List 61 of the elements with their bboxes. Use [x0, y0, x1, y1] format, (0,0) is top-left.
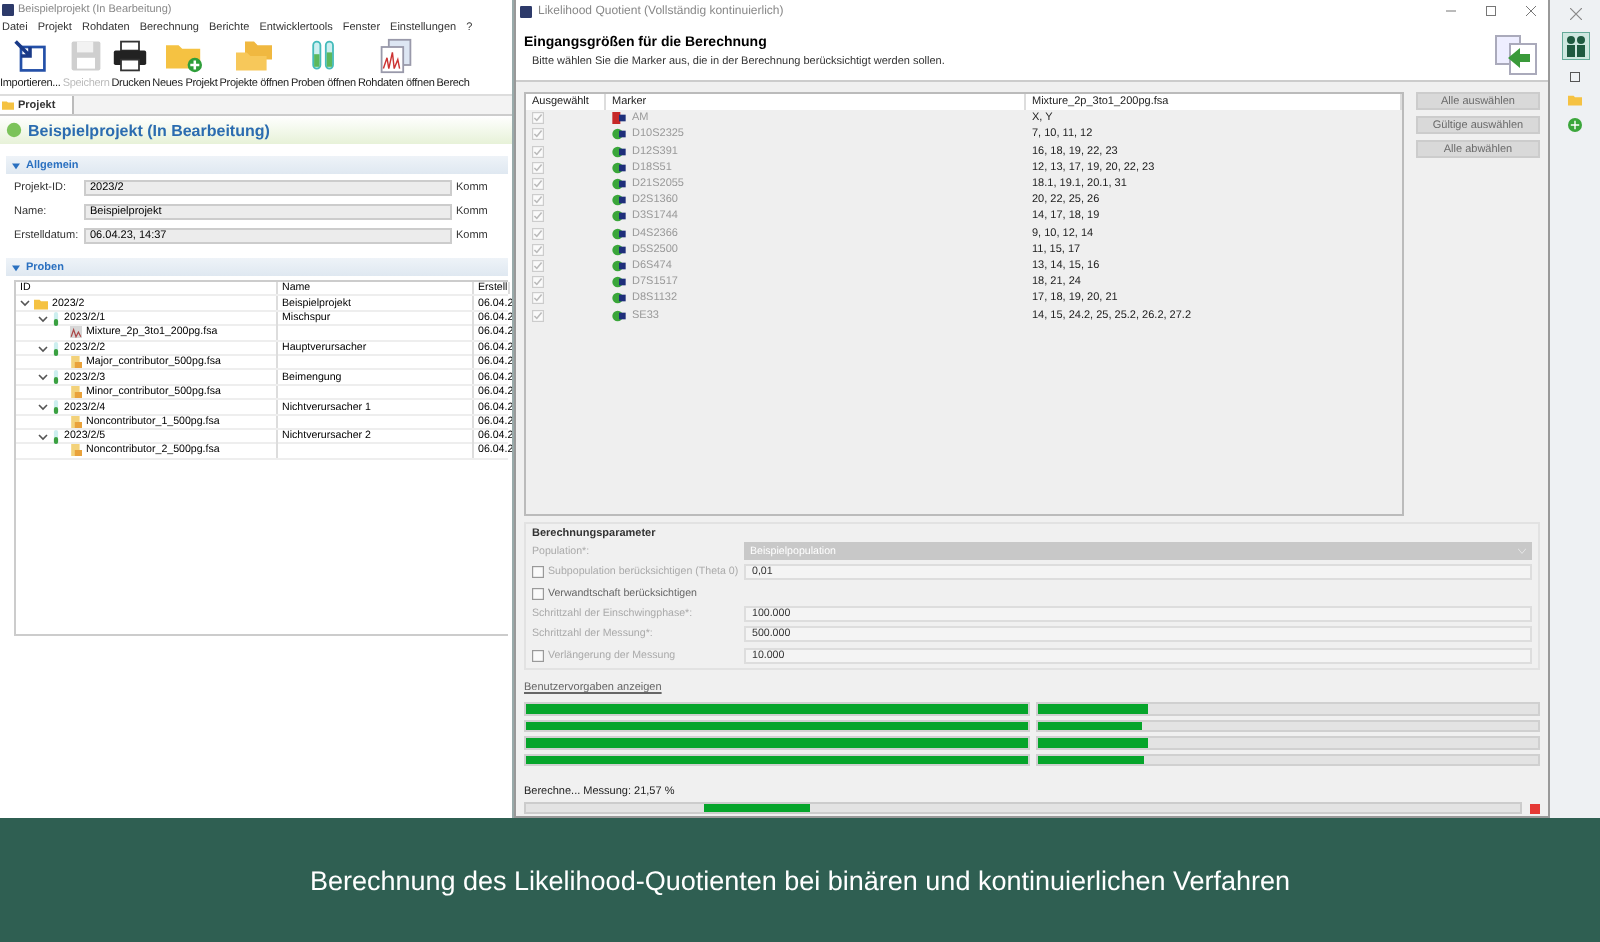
- checkbox[interactable]: [532, 178, 544, 191]
- marker-icon: [612, 194, 626, 207]
- test-tube-icon: [52, 429, 60, 444]
- folder-icon: [2, 100, 14, 110]
- checkbox[interactable]: [532, 145, 544, 158]
- caption-text: Berechnung des Likelihood-Quotienten bei binären und kontinuierlichen Verfahren: [0, 818, 1600, 942]
- file-icon: [70, 326, 82, 339]
- maximize-icon[interactable]: [1570, 72, 1580, 82]
- marker-icon: [612, 227, 626, 240]
- checkbox[interactable]: [532, 309, 544, 322]
- checkbox[interactable]: [532, 243, 544, 256]
- checkbox[interactable]: [532, 227, 544, 240]
- folder-icon: [34, 297, 48, 310]
- marker-icon: [612, 210, 626, 223]
- app-icon: [2, 3, 14, 15]
- checkbox[interactable]: [532, 649, 544, 662]
- folder-icon[interactable]: [1568, 94, 1582, 106]
- checkbox[interactable]: [532, 128, 544, 141]
- file-icon: [70, 356, 82, 369]
- people-icon[interactable]: [1561, 32, 1589, 60]
- marker-icon: [612, 178, 626, 191]
- test-tube-icon: [52, 370, 60, 385]
- test-tube-icon: [52, 341, 60, 356]
- status-dot-icon: [6, 122, 22, 138]
- checkbox[interactable]: [532, 292, 544, 305]
- file-icon: [70, 385, 82, 398]
- file-icon: [70, 444, 82, 457]
- expand-triangle-icon[interactable]: [12, 161, 20, 169]
- add-icon[interactable]: [1568, 118, 1582, 132]
- chart-document-icon: [378, 38, 415, 74]
- checkbox[interactable]: [532, 587, 544, 600]
- app-icon: [520, 5, 532, 17]
- checkbox[interactable]: [532, 210, 544, 223]
- file-icon: [70, 415, 82, 428]
- expand-triangle-icon[interactable]: [12, 263, 20, 271]
- import-icon: [12, 38, 49, 74]
- marker-icon: [612, 259, 626, 272]
- close-icon[interactable]: [1569, 8, 1581, 20]
- maximize-icon[interactable]: [1486, 6, 1496, 16]
- checkbox[interactable]: [532, 566, 544, 579]
- printer-icon: [112, 38, 149, 74]
- folders-icon: [234, 38, 275, 74]
- marker-icon: [612, 243, 626, 256]
- checkbox[interactable]: [532, 194, 544, 207]
- marker-icon: [612, 309, 626, 322]
- checkbox[interactable]: [532, 259, 544, 272]
- marker-icon: [612, 145, 626, 158]
- test-tube-icon: [52, 400, 60, 415]
- checkbox[interactable]: [532, 161, 544, 174]
- checkbox[interactable]: [532, 112, 544, 125]
- close-icon[interactable]: [1526, 6, 1536, 16]
- minimize-icon[interactable]: [1446, 6, 1456, 16]
- marker-icon: [612, 161, 626, 174]
- checkbox[interactable]: [532, 276, 544, 289]
- marker-icon: [612, 112, 626, 125]
- test-tube-icon: [52, 311, 60, 326]
- marker-icon: [612, 128, 626, 141]
- project-title: Beispielprojekt (In Bearbeitung): [28, 121, 270, 139]
- marker-icon: [612, 276, 626, 289]
- marker-icon: [612, 292, 626, 305]
- stop-icon[interactable]: [1530, 803, 1540, 814]
